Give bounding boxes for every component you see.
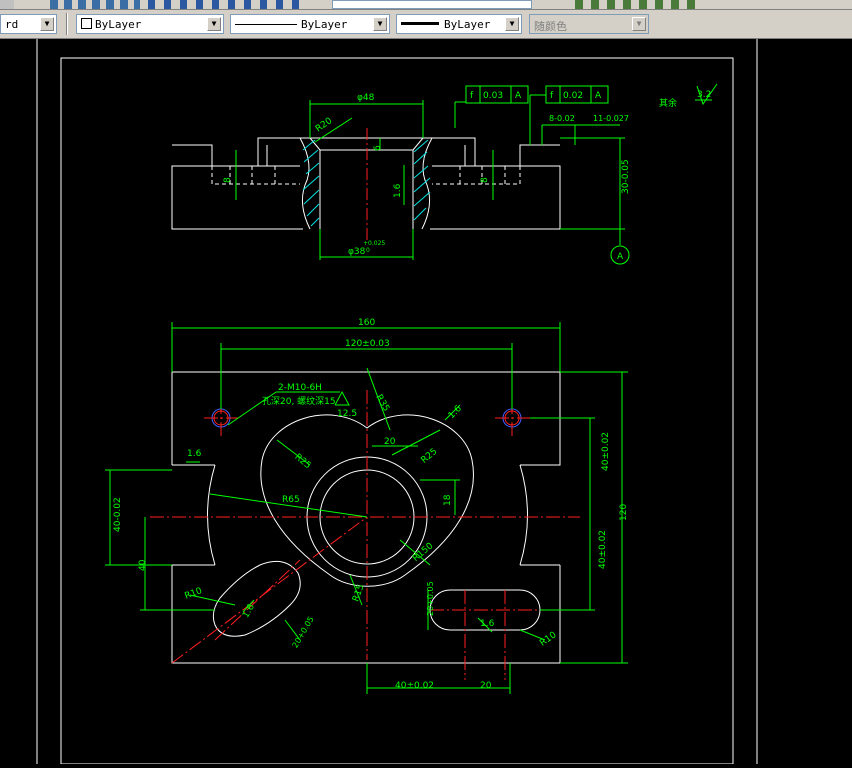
plan-dim-text: 160 120±0.03 2-M10-6H 孔深20, 螺纹深15 12.5 R… xyxy=(113,318,629,691)
color-dropdown[interactable]: ByLayer ▼ xyxy=(76,14,224,34)
plan-centerlines xyxy=(150,390,580,680)
dim-hole-spacing: 120±0.03 xyxy=(345,339,390,349)
dim-1-6-left: 1.6 xyxy=(187,449,202,459)
dim-r10-left: R10 xyxy=(183,586,203,602)
dim-bottom-bore-lower: 0 xyxy=(366,247,370,254)
dim-40-upper-right: 40±0.02 xyxy=(601,432,611,471)
roughness-note: 其余 xyxy=(659,97,677,109)
section-view: φ48 R20 φ38 +0.025 0 f 0.03 A f 0.02 A 6… xyxy=(171,83,718,265)
linetype-value: ByLayer xyxy=(301,18,348,31)
lineweight-sample xyxy=(401,22,439,25)
cad-drawing[interactable]: φ48 R20 φ38 +0.025 0 f 0.03 A f 0.02 A 6… xyxy=(0,39,852,765)
tol-frame-1-datum: A xyxy=(515,91,522,101)
section-dim-text: φ48 R20 φ38 +0.025 0 f 0.03 A f 0.02 A 6… xyxy=(223,90,711,262)
textstyle-value: rd xyxy=(5,18,19,31)
dim-120-right: 120 xyxy=(619,504,629,521)
plan-view: 160 120±0.03 2-M10-6H 孔深20, 螺纹深15 12.5 R… xyxy=(105,318,629,694)
dim-1-6-slot: 1.6 xyxy=(241,602,257,620)
color-value: ByLayer xyxy=(95,18,142,31)
dim-1-6-right: 1.6 xyxy=(480,619,495,629)
tol-frame-2-datum: A xyxy=(595,91,602,101)
chevron-down-icon[interactable]: ▼ xyxy=(207,17,221,31)
dim-r65: R65 xyxy=(282,495,300,505)
dim-40-lower-right: 40±0.02 xyxy=(598,530,608,569)
standard-toolbar-strip xyxy=(0,0,852,10)
chevron-down-icon[interactable]: ▼ xyxy=(373,17,387,31)
dim-18: 18 xyxy=(443,494,453,506)
dim-height: 30-0.05 xyxy=(621,159,631,194)
layer-tools-icons[interactable] xyxy=(575,0,695,9)
datum-label: A xyxy=(617,252,624,262)
tol-frame-1-value: 0.03 xyxy=(483,91,503,101)
toolbar-icon-fragment[interactable] xyxy=(0,0,14,9)
roughness-value: 3.2 xyxy=(697,90,711,100)
dim-bottom-bore: φ38 xyxy=(348,247,366,257)
tol-frame-1-symbol: f xyxy=(470,91,474,101)
dim-20-slot-h: 20+0.05 xyxy=(426,581,435,616)
thread-note-2: 孔深20, 螺纹深15 xyxy=(262,395,336,407)
dim-r35: R35 xyxy=(373,393,391,413)
dim-1-6-mid: 1.6 xyxy=(447,404,464,421)
dim-8-right: 8 xyxy=(480,177,490,183)
tol-frame-2-value: 0.02 xyxy=(563,91,583,101)
lineweight-value: ByLayer xyxy=(444,18,491,31)
dim-r10-right: R10 xyxy=(538,630,558,649)
dim-8-left: 8 xyxy=(223,177,233,183)
properties-toolbar: rd ▼ ByLayer ▼ ByLayer ▼ ByLayer ▼ 随颜色 ▼ xyxy=(0,10,852,39)
drawing-canvas[interactable]: φ48 R20 φ38 +0.025 0 f 0.03 A f 0.02 A 6… xyxy=(0,39,852,765)
dim-40-small: 40 xyxy=(138,559,148,571)
drawing-frame xyxy=(36,39,758,765)
chevron-down-icon[interactable]: ▼ xyxy=(505,17,519,31)
dim-bottom-bore-upper: +0.025 xyxy=(363,240,385,247)
roughness-12-5: 12.5 xyxy=(337,409,357,419)
tol-frame-2-symbol: f xyxy=(550,91,554,101)
layer-dropdown-fragment[interactable] xyxy=(332,0,532,9)
dim-40-bottom: 40±0.02 xyxy=(395,681,434,691)
plotstyle-dropdown[interactable]: 随颜色 ▼ xyxy=(529,14,649,34)
linetype-dropdown[interactable]: ByLayer ▼ xyxy=(230,14,390,34)
dim-overall-width: 160 xyxy=(358,318,375,328)
chevron-down-icon[interactable]: ▼ xyxy=(632,17,646,31)
dim-top-width: φ48 xyxy=(357,93,375,103)
chevron-down-icon[interactable]: ▼ xyxy=(40,17,54,31)
color-swatch xyxy=(81,18,92,29)
dim-20: 20 xyxy=(384,437,396,447)
toolbar-separator xyxy=(66,13,68,35)
zoom-tools-icons[interactable] xyxy=(50,0,140,9)
properties-tools-icons[interactable] xyxy=(148,0,308,9)
dim-r25-b: R25 xyxy=(419,447,439,466)
dim-40-left: 40-0.02 xyxy=(113,497,123,532)
linetype-sample xyxy=(235,24,297,25)
plotstyle-value: 随颜色 xyxy=(534,20,567,33)
dim-8-upper: 8-0.02 xyxy=(549,114,575,123)
dim-1-6: 1.6 xyxy=(393,183,403,198)
thread-note-1: 2-M10-6H xyxy=(278,383,322,393)
dim-20-bottom: 20 xyxy=(480,681,492,691)
lineweight-dropdown[interactable]: ByLayer ▼ xyxy=(396,14,522,34)
hidden-lines xyxy=(211,166,521,185)
dim-r15: R15 xyxy=(351,583,366,603)
dim-r25: R25 xyxy=(292,452,312,471)
dim-depth-top: 6 xyxy=(373,145,383,151)
dim-11: 11-0.027 xyxy=(593,114,629,123)
textstyle-dropdown[interactable]: rd ▼ xyxy=(0,14,57,34)
